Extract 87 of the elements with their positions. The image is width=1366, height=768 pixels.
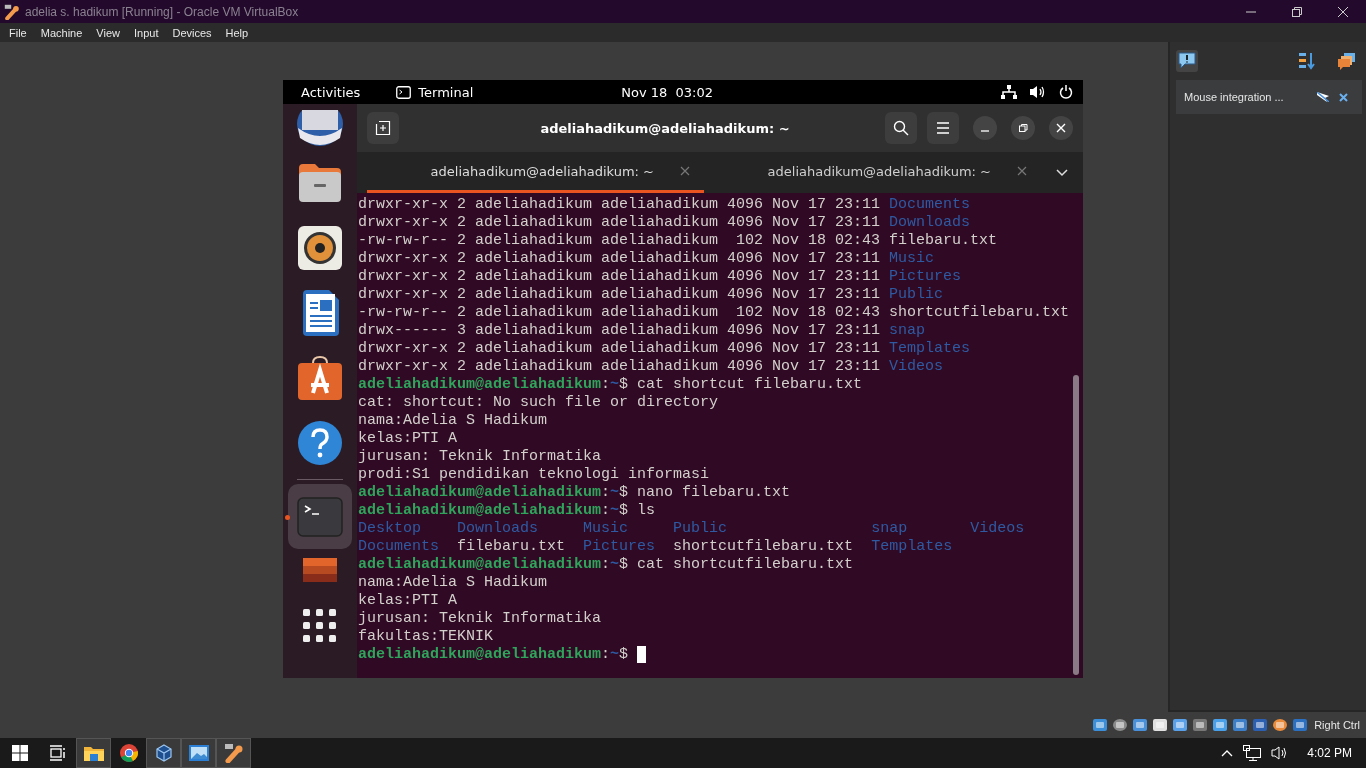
terminal-line: jurusan: Teknik Informatika xyxy=(358,610,603,628)
menu-item[interactable]: Machine xyxy=(33,26,90,39)
clock[interactable]: Nov 18 03:02 xyxy=(621,84,713,100)
restore-icon[interactable] xyxy=(1292,6,1302,17)
menu-item[interactable]: Devices xyxy=(165,26,219,39)
terminal-line: adeliahadikum@adeliahadikum:~$ ls xyxy=(358,502,657,520)
menu-icon xyxy=(936,122,950,134)
help-icon[interactable] xyxy=(297,419,343,466)
terminal-line: drwxr-xr-x 2 adeliahadikum adeliahadikum 4096 Nov 17 23:11 Music xyxy=(358,250,936,268)
search-button[interactable] xyxy=(885,112,917,144)
close-icon xyxy=(1056,123,1066,133)
menu-item[interactable]: File xyxy=(2,26,34,39)
wrench-icon xyxy=(223,743,244,763)
menu-item[interactable]: Input xyxy=(126,26,166,39)
window-title: adelia s. hadikum [Running] - Oracle VM VirtualBox xyxy=(25,4,300,19)
speech-bubble-icon[interactable] xyxy=(1176,50,1198,72)
speaker-icon[interactable] xyxy=(298,225,342,270)
menu-button[interactable] xyxy=(927,112,959,144)
terminal-line: drwxr-xr-x 2 adeliahadikum adeliahadikum 4096 Nov 17 23:11 Documents xyxy=(358,196,972,214)
terminal-line: kelas:PTI A xyxy=(358,430,459,448)
disk-icon[interactable] xyxy=(302,558,338,584)
terminal-line: adeliahadikum@adeliahadikum:~$ xyxy=(358,646,1083,664)
restore-icon xyxy=(1018,123,1028,133)
tab[interactable]: adeliahadikum@adeliahadikum: ~ xyxy=(704,152,1041,193)
terminal-line: drwxr-xr-x 2 adeliahadikum adeliahadikum 4096 Nov 17 23:11 Videos xyxy=(358,358,945,376)
terminal-line: fakultas:TEKNIK xyxy=(358,628,495,646)
folder-icon xyxy=(83,745,104,761)
cube-icon xyxy=(154,744,173,762)
mouse-pointer-icon xyxy=(1317,92,1329,102)
chevron-down-icon[interactable] xyxy=(1056,168,1068,177)
terminal-line: adeliahadikum@adeliahadikum:~$ cat shortcut filebaru.txt xyxy=(358,376,864,394)
terminal-line: -rw-rw-r-- 2 adeliahadikum adeliahadikum 102 Nov 18 02:43 filebaru.txt xyxy=(358,232,999,250)
terminal-line: Desktop Downloads Music Public snap Videos xyxy=(358,520,1026,538)
browser-icon xyxy=(119,744,138,762)
terminal-line: prodi:S1 pendidikan teknologi informasi xyxy=(358,466,711,484)
terminal-line: nama:Adelia S Hadikum xyxy=(358,574,549,592)
terminal-line: -rw-rw-r-- 2 adeliahadikum adeliahadikum 102 Nov 18 02:43 shortcutfilebaru.txt xyxy=(358,304,1071,322)
maximize-button[interactable] xyxy=(1011,116,1035,140)
activities-button[interactable]: Activities xyxy=(301,84,361,100)
terminal-line: cat: shortcut: No such file or directory xyxy=(358,394,720,412)
terminal-line: drwxr-xr-x 2 adeliahadikum adeliahadikum 4096 Nov 17 23:11 Downloads xyxy=(358,214,972,232)
terminal-line: jurusan: Teknik Informatika xyxy=(358,448,603,466)
taskbar-button[interactable] xyxy=(216,738,251,768)
terminal-line: adeliahadikum@adeliahadikum:~$ nano filebaru.txt xyxy=(358,484,792,502)
taskbar-button[interactable] xyxy=(146,738,181,768)
document-icon[interactable] xyxy=(301,289,339,336)
terminal-icon[interactable] xyxy=(297,496,343,537)
image-icon xyxy=(188,745,209,761)
terminal-line: drwxr-xr-x 2 adeliahadikum adeliahadikum 4096 Nov 17 23:11 Public xyxy=(358,286,945,304)
power-icon[interactable] xyxy=(1059,85,1073,99)
terminal-line: drwx------ 3 adeliahadikum adeliahadikum 4096 Nov 17 23:11 snap xyxy=(358,322,927,340)
close-icon[interactable] xyxy=(1339,92,1348,102)
taskbar-button[interactable] xyxy=(181,738,216,768)
volume-icon[interactable] xyxy=(1030,85,1046,99)
menu-item[interactable]: View xyxy=(89,26,127,39)
scrollbar[interactable] xyxy=(1073,375,1079,675)
terminal-line: drwxr-xr-x 2 adeliahadikum adeliahadikum 4096 Nov 17 23:11 Pictures xyxy=(358,268,963,286)
terminal-line: nama:Adelia S Hadikum xyxy=(358,412,549,430)
minimize-button[interactable] xyxy=(973,116,997,140)
shopping-bag-icon[interactable] xyxy=(297,354,343,401)
chevron-up-icon[interactable] xyxy=(1221,749,1234,757)
terminal-line: drwxr-xr-x 2 adeliahadikum adeliahadikum 4096 Nov 17 23:11 Templates xyxy=(358,340,972,358)
menu-item[interactable]: Help xyxy=(218,26,256,39)
sort-icon[interactable] xyxy=(1298,52,1316,70)
close-icon[interactable] xyxy=(1338,6,1348,17)
running-indicator xyxy=(285,514,290,520)
search-icon xyxy=(893,120,909,136)
clock[interactable]: 4:02 PM xyxy=(1307,746,1352,760)
folder-icon[interactable] xyxy=(297,161,343,204)
stacked-messages-icon[interactable] xyxy=(1338,52,1356,70)
close-button[interactable] xyxy=(1049,116,1073,140)
terminal-line: adeliahadikum@adeliahadikum:~$ cat shortcutfilebaru.txt xyxy=(358,556,855,574)
new-tab-icon xyxy=(375,120,391,136)
notification-text: Mouse integration ... xyxy=(1184,91,1285,103)
terminal-line: kelas:PTI A xyxy=(358,592,459,610)
window-title: adeliahadikum@adeliahadikum: ~ xyxy=(539,120,791,136)
taskbar-button[interactable] xyxy=(76,738,111,768)
new-tab-button[interactable] xyxy=(367,112,399,144)
minimize-icon xyxy=(981,130,989,132)
terminal-line: Documents filebaru.txt Pictures shortcutfilebaru.txt Templates xyxy=(358,538,954,556)
terminal-icon xyxy=(396,85,412,99)
task-view-icon[interactable] xyxy=(49,745,67,761)
app-menu[interactable]: Terminal xyxy=(418,84,474,100)
app-grid-icon[interactable] xyxy=(303,608,337,643)
windows-logo-icon[interactable] xyxy=(12,745,28,761)
host-key-label: Right Ctrl xyxy=(1314,719,1360,731)
wrench-icon xyxy=(4,3,20,20)
